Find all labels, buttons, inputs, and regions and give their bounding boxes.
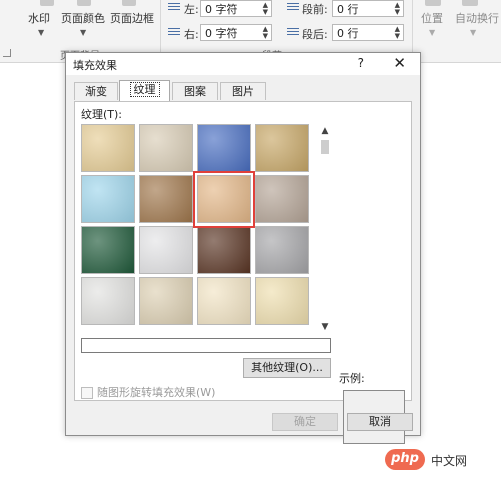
- watermark-dropdown-icon[interactable]: ▼: [38, 28, 44, 37]
- texture-swatch[interactable]: [197, 175, 251, 223]
- texture-swatch[interactable]: [255, 277, 309, 325]
- help-button[interactable]: ?: [358, 56, 364, 70]
- indent-left-input[interactable]: 0 字符 ▲ ▼: [200, 0, 272, 17]
- indent-right-icon: [168, 28, 180, 38]
- texture-swatch[interactable]: [197, 226, 251, 274]
- texture-swatch[interactable]: [81, 124, 135, 172]
- spin-arrows-icon[interactable]: ▲ ▼: [263, 2, 268, 16]
- texture-swatch[interactable]: [197, 124, 251, 172]
- page-color-icon: [77, 0, 91, 6]
- spacing-before-label: 段前:: [302, 3, 328, 16]
- indent-left-value: 0 字符: [205, 3, 238, 16]
- ribbon-separator: [412, 0, 413, 56]
- ribbon-separator: [160, 0, 161, 56]
- texture-swatch[interactable]: [139, 124, 193, 172]
- texture-grid: [81, 124, 315, 334]
- fill-effects-dialog: 填充效果 ? ✕ 渐变 纹理 图案 图片 纹理(T): ▲ ▼ 其他纹理(O).…: [65, 52, 421, 444]
- texture-swatch[interactable]: [255, 124, 309, 172]
- tab-label: 图案: [184, 85, 206, 98]
- texture-swatch[interactable]: [81, 277, 135, 325]
- tab-picture[interactable]: 图片: [220, 82, 266, 100]
- texture-swatch[interactable]: [139, 175, 193, 223]
- watermark-icon: [40, 0, 54, 6]
- texture-swatch[interactable]: [255, 226, 309, 274]
- rotate-checkbox-label: 随图形旋转填充效果(W): [97, 386, 216, 399]
- spin-arrows-icon[interactable]: ▲ ▼: [395, 26, 400, 40]
- texture-swatch[interactable]: [139, 226, 193, 274]
- other-texture-button[interactable]: 其他纹理(O)...: [243, 358, 331, 378]
- wrap-text-button[interactable]: 自动换行: [455, 10, 499, 26]
- dialog-titlebar[interactable]: 填充效果 ? ✕: [66, 53, 420, 75]
- tab-label: 图片: [232, 85, 254, 98]
- texture-name-field: [81, 338, 331, 353]
- indent-left-icon: [168, 3, 180, 13]
- tab-label: 纹理: [129, 82, 160, 97]
- checkbox-box[interactable]: [81, 387, 93, 399]
- texture-swatch[interactable]: [81, 175, 135, 223]
- tab-label: 渐变: [85, 85, 107, 98]
- position-button[interactable]: 位置: [421, 10, 443, 26]
- spacing-after-input[interactable]: 0 行 ▲ ▼: [332, 24, 404, 41]
- cancel-button[interactable]: 取消: [347, 413, 413, 431]
- texture-swatch[interactable]: [197, 277, 251, 325]
- spacing-before-value: 0 行: [337, 3, 359, 16]
- texture-scrollbar[interactable]: ▲ ▼: [317, 124, 333, 334]
- page-color-dropdown-icon[interactable]: ▼: [80, 28, 86, 37]
- page-color-button[interactable]: 页面颜色: [61, 10, 105, 26]
- scroll-down-icon[interactable]: ▼: [317, 320, 333, 334]
- tab-pattern[interactable]: 图案: [172, 82, 218, 100]
- indent-right-input[interactable]: 0 字符 ▲ ▼: [200, 24, 272, 41]
- spin-arrows-icon[interactable]: ▲ ▼: [263, 26, 268, 40]
- scroll-up-icon[interactable]: ▲: [317, 124, 333, 138]
- texture-swatch[interactable]: [255, 175, 309, 223]
- texture-swatch[interactable]: [139, 277, 193, 325]
- spacing-after-value: 0 行: [337, 27, 359, 40]
- texture-panel: 纹理(T): ▲ ▼ 其他纹理(O)... 随图形旋转填充效果(W) 示例:: [74, 101, 412, 444]
- page-border-button[interactable]: 页面边框: [110, 10, 154, 26]
- spin-arrows-icon[interactable]: ▲ ▼: [395, 2, 400, 16]
- page-border-icon: [122, 0, 136, 6]
- spacing-after-icon: [287, 28, 299, 38]
- indent-right-value: 0 字符: [205, 27, 238, 40]
- tab-texture[interactable]: 纹理: [119, 80, 170, 101]
- watermark-text: 中文网: [431, 454, 468, 468]
- texture-label: 纹理(T):: [81, 108, 123, 121]
- indent-left-label: 左:: [184, 3, 199, 16]
- close-button[interactable]: ✕: [393, 54, 406, 72]
- spacing-before-input[interactable]: 0 行 ▲ ▼: [332, 0, 404, 17]
- spacing-after-label: 段后:: [302, 28, 328, 41]
- wrap-text-icon: [462, 0, 478, 6]
- position-dropdown-icon[interactable]: ▼: [429, 28, 435, 37]
- tab-gradient[interactable]: 渐变: [74, 82, 118, 100]
- dialog-title: 填充效果: [73, 59, 117, 72]
- scroll-thumb[interactable]: [321, 140, 329, 154]
- position-icon: [425, 0, 441, 6]
- wrap-dropdown-icon[interactable]: ▼: [470, 28, 476, 37]
- dialog-launcher-icon[interactable]: [3, 49, 11, 57]
- php-logo: php: [385, 449, 425, 470]
- indent-right-label: 右:: [184, 28, 199, 41]
- rotate-with-shape-checkbox[interactable]: 随图形旋转填充效果(W): [81, 384, 215, 400]
- spacing-before-icon: [287, 3, 299, 13]
- ok-button[interactable]: 确定: [272, 413, 338, 431]
- watermark-button[interactable]: 水印: [28, 10, 50, 26]
- sample-label: 示例:: [339, 372, 365, 385]
- texture-swatch[interactable]: [81, 226, 135, 274]
